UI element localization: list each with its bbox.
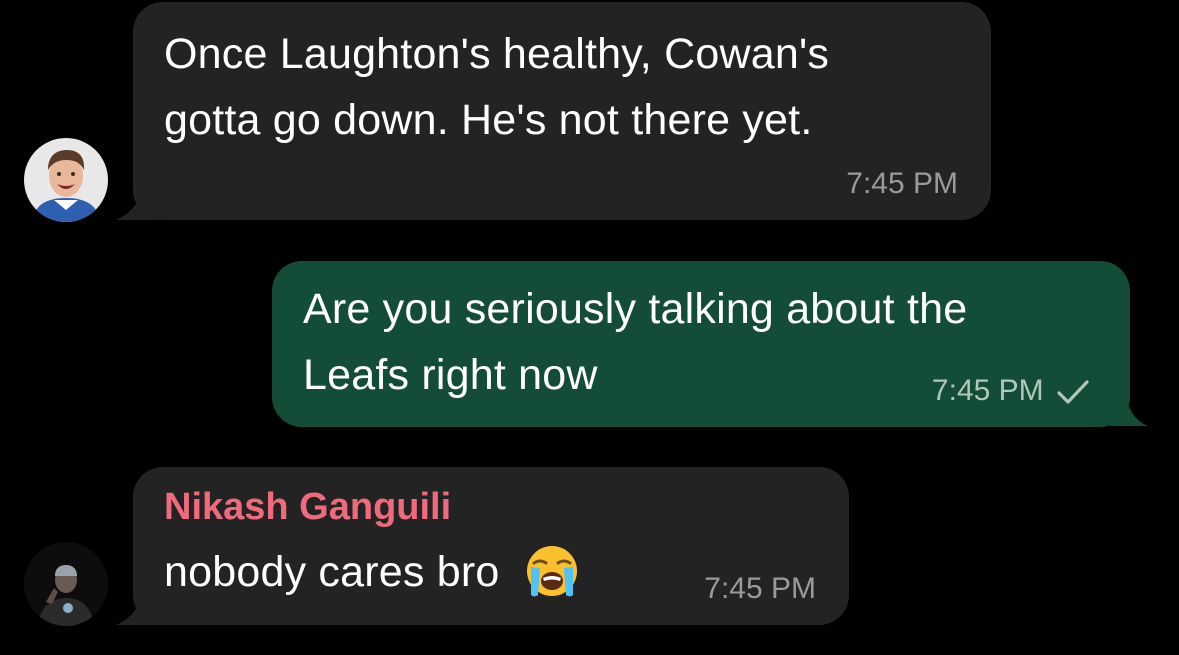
chat-thread[interactable]: Once Laughton's healthy, Cowan's gotta g… [0,0,1179,655]
message-text-line: Once Laughton's healthy, Cowan's [164,30,830,78]
message-text: nobody cares bro [164,539,580,605]
message-timestamp: 7:45 PM [932,373,1090,409]
message-timestamp: 7:45 PM [846,167,958,200]
message-text-content: nobody cares bro [164,548,500,596]
loudly-crying-face-icon [526,545,577,597]
person-avatar-icon [24,138,108,222]
avatar[interactable] [24,138,108,222]
message-text-line: Are you seriously talking about the [303,285,968,333]
message-bubble[interactable]: Once Laughton's healthy, Cowan's gotta g… [133,2,991,220]
message-bubble[interactable]: Nikash Ganguili nobody cares bro 7:45 PM [133,467,849,625]
message-text-line: gotta go down. He's not there yet. [164,96,813,144]
person-avatar-icon [24,542,108,626]
timestamp-text: 7:45 PM [931,374,1044,407]
message-text-line: Leafs right now [303,351,598,399]
message-timestamp: 7:45 PM [704,572,816,605]
check-icon [1057,380,1089,404]
avatar[interactable] [24,542,108,626]
sender-name[interactable]: Nikash Ganguili [164,484,451,530]
message-bubble[interactable]: Are you seriously talking about the Leaf… [272,261,1130,427]
